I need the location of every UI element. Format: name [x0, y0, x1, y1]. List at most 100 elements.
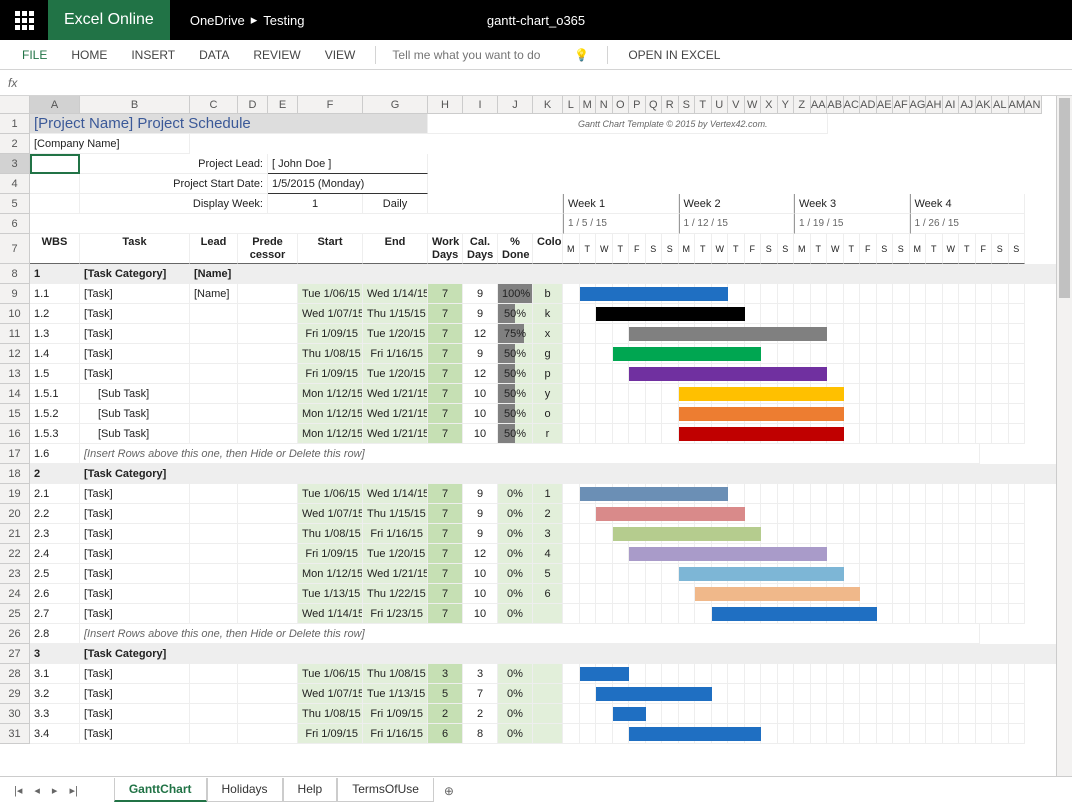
cell[interactable]	[910, 684, 927, 704]
cell[interactable]: 1	[30, 264, 80, 284]
cell[interactable]: 3.2	[30, 684, 80, 704]
cell[interactable]	[1009, 544, 1026, 564]
cell[interactable]	[827, 364, 844, 384]
cell[interactable]	[877, 684, 894, 704]
cell[interactable]	[976, 544, 993, 564]
cell[interactable]: 2.6	[30, 584, 80, 604]
col-header[interactable]: AC	[844, 96, 861, 114]
row-header[interactable]: 12	[0, 344, 30, 364]
cell[interactable]	[959, 584, 976, 604]
cell[interactable]: o	[533, 404, 563, 424]
row-header[interactable]: 22	[0, 544, 30, 564]
col-header[interactable]: X	[761, 96, 778, 114]
cell[interactable]: Wed 1/07/15	[298, 304, 363, 324]
cell[interactable]	[580, 544, 597, 564]
cell[interactable]: [Task]	[80, 544, 190, 564]
cell[interactable]	[580, 304, 597, 324]
cell[interactable]	[893, 524, 910, 544]
row-header[interactable]: 11	[0, 324, 30, 344]
cell[interactable]: Thu 1/15/15	[363, 304, 428, 324]
cell[interactable]: 7	[428, 344, 463, 364]
cell[interactable]	[844, 564, 861, 584]
formula-input[interactable]	[25, 76, 1064, 90]
cell[interactable]: 1 / 26 / 15	[910, 214, 1026, 234]
cell[interactable]: Fri 1/09/15	[363, 704, 428, 724]
cell[interactable]	[910, 304, 927, 324]
cell[interactable]: 2	[30, 464, 80, 484]
cell[interactable]: Project Start Date:	[80, 174, 268, 194]
cell[interactable]	[580, 604, 597, 624]
cell[interactable]: [Company Name]	[30, 134, 190, 154]
percent-done[interactable]: 0%	[498, 544, 533, 564]
col-header[interactable]: N	[596, 96, 613, 114]
col-header[interactable]: C	[190, 96, 238, 114]
cell[interactable]	[943, 284, 960, 304]
cell[interactable]	[596, 364, 613, 384]
cell[interactable]	[428, 194, 563, 214]
cell[interactable]	[629, 584, 646, 604]
cell[interactable]	[190, 484, 238, 504]
cell[interactable]: Start	[298, 234, 363, 264]
col-header[interactable]: M	[580, 96, 597, 114]
cell[interactable]	[613, 384, 630, 404]
cell[interactable]	[827, 544, 844, 564]
ribbon-tab-home[interactable]: HOME	[59, 40, 119, 70]
cell[interactable]: 10	[463, 564, 498, 584]
cell[interactable]	[844, 404, 861, 424]
cell[interactable]	[1009, 304, 1026, 324]
row-header[interactable]: 1	[0, 114, 30, 134]
cell[interactable]	[926, 544, 943, 564]
cell[interactable]	[238, 704, 298, 724]
cell[interactable]	[827, 724, 844, 744]
cell[interactable]	[877, 404, 894, 424]
cell[interactable]: Tue 1/20/15	[363, 544, 428, 564]
cell[interactable]	[646, 584, 663, 604]
col-header[interactable]: AM	[1009, 96, 1026, 114]
cell[interactable]: [Task]	[80, 524, 190, 544]
cell[interactable]: b	[533, 284, 563, 304]
cell[interactable]	[190, 664, 238, 684]
cell[interactable]	[893, 684, 910, 704]
col-header[interactable]: F	[298, 96, 363, 114]
col-header[interactable]: AD	[860, 96, 877, 114]
cell[interactable]	[794, 484, 811, 504]
cell[interactable]	[893, 404, 910, 424]
cell[interactable]: Project Lead:	[80, 154, 268, 174]
cell[interactable]	[580, 504, 597, 524]
cell[interactable]: Wed 1/21/15	[363, 384, 428, 404]
cell[interactable]	[30, 194, 80, 214]
row-header[interactable]: 5	[0, 194, 30, 214]
cell[interactable]: 2.5	[30, 564, 80, 584]
cell[interactable]	[860, 544, 877, 564]
cell[interactable]	[827, 324, 844, 344]
cell[interactable]	[238, 724, 298, 744]
cell[interactable]	[745, 684, 762, 704]
cell[interactable]	[190, 504, 238, 524]
cell[interactable]: End	[363, 234, 428, 264]
row-header[interactable]: 26	[0, 624, 30, 644]
cell[interactable]: 10	[463, 404, 498, 424]
cell[interactable]	[613, 324, 630, 344]
row-header[interactable]: 13	[0, 364, 30, 384]
cell[interactable]	[238, 264, 1072, 284]
cell[interactable]	[910, 424, 927, 444]
cell[interactable]	[910, 664, 927, 684]
cell[interactable]	[926, 344, 943, 364]
col-header[interactable]: AA	[811, 96, 828, 114]
cell[interactable]	[190, 304, 238, 324]
cell[interactable]: Wed 1/21/15	[363, 564, 428, 584]
cell[interactable]	[596, 424, 613, 444]
cell[interactable]	[976, 704, 993, 724]
cell[interactable]: 2	[463, 704, 498, 724]
cell[interactable]: 8	[463, 724, 498, 744]
cell[interactable]	[844, 544, 861, 564]
sheet-nav-next[interactable]: ▸	[46, 784, 64, 797]
cell[interactable]	[860, 424, 877, 444]
cell[interactable]: 2.7	[30, 604, 80, 624]
col-header[interactable]: R	[662, 96, 679, 114]
cell[interactable]: % Done	[498, 234, 533, 264]
cell[interactable]	[844, 504, 861, 524]
cell[interactable]	[794, 664, 811, 684]
cell[interactable]	[794, 524, 811, 544]
cell[interactable]: 2.4	[30, 544, 80, 564]
